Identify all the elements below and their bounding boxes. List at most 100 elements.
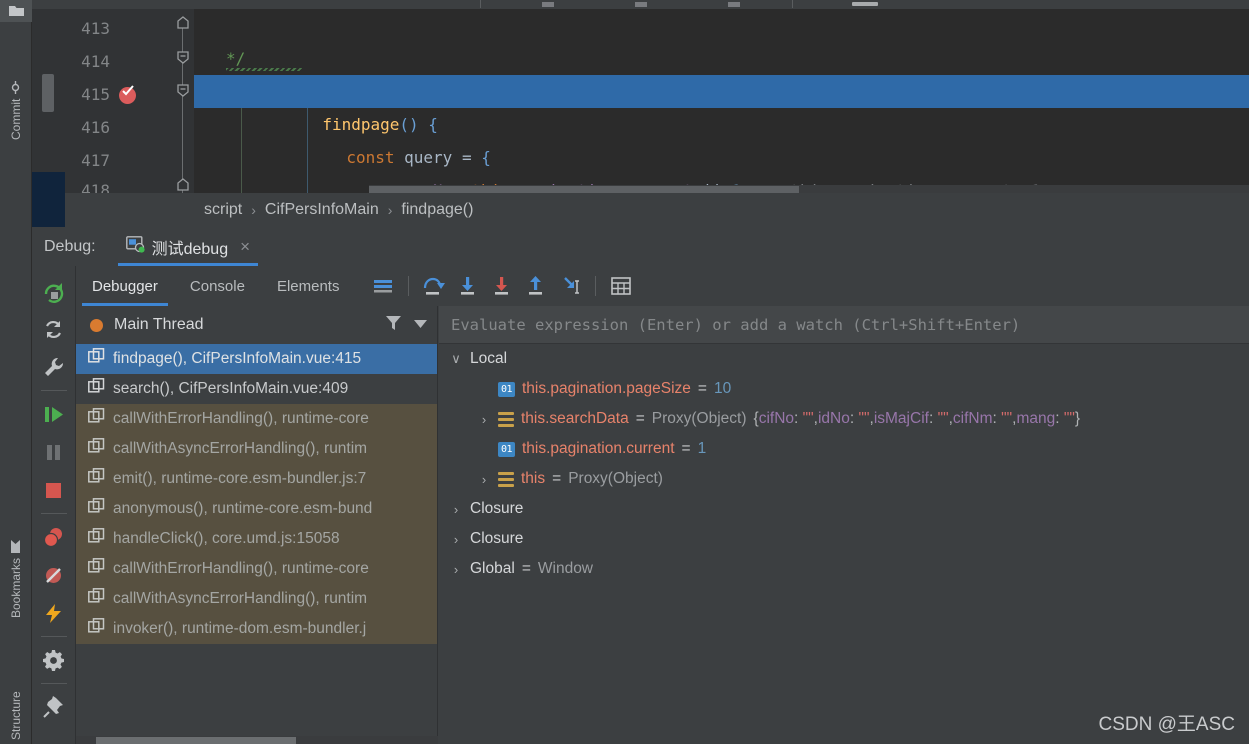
variables-panel: Evaluate expression (Enter) or add a wat…	[439, 306, 1249, 744]
variable-name: this.pagination.pageSize	[522, 380, 691, 398]
variables-scope-global[interactable]: › Global = Window	[439, 554, 1249, 584]
tab-elements[interactable]: Elements	[261, 266, 356, 306]
frame-label: anonymous(), runtime-core.esm-bund	[113, 500, 372, 518]
settings-gear-icon[interactable]	[32, 641, 76, 679]
thread-selector[interactable]: Main Thread	[76, 306, 437, 344]
variable-object-preview: {cifNo: "",idNo: "",isMajCif: "",cifNm: …	[754, 410, 1081, 428]
frame-label: handleClick(), core.umd.js:15058	[113, 530, 340, 548]
fold-collapse-icon[interactable]	[175, 49, 191, 65]
frame-row[interactable]: emit(), runtime-core.esm-bundler.js:7	[76, 464, 437, 494]
mute-breakpoints-icon[interactable]	[32, 556, 76, 594]
frame-label: callWithAsyncErrorHandling(), runtim	[113, 440, 367, 458]
frames-panel: Main Thread findpage(), CifPersInfoMain.…	[76, 306, 438, 744]
evaluate-expression-icon[interactable]	[605, 270, 637, 302]
folder-icon[interactable]	[0, 0, 32, 22]
line-number: 413	[81, 19, 110, 38]
chevron-down-icon[interactable]: ∨	[449, 351, 463, 367]
variables-scope-closure-1[interactable]: › Closure	[439, 494, 1249, 524]
frame-label: search(), CifPersInfoMain.vue:409	[113, 380, 348, 398]
pin-icon[interactable]	[32, 688, 76, 726]
sidebar-item-structure[interactable]: Structure	[0, 640, 32, 740]
step-into-icon[interactable]	[452, 270, 484, 302]
resume-program-icon[interactable]	[32, 395, 76, 433]
frame-row[interactable]: invoker(), runtime-dom.esm-bundler.j	[76, 614, 437, 644]
breakpoint-icon[interactable]	[119, 87, 136, 104]
scrollbar-thumb[interactable]	[369, 186, 799, 193]
variable-type: Proxy(Object)	[652, 410, 747, 428]
step-out-icon[interactable]	[520, 270, 552, 302]
frame-row[interactable]: callWithErrorHandling(), runtime-core	[76, 404, 437, 434]
variable-row-this[interactable]: › this = Proxy(Object)	[439, 464, 1249, 494]
frame-row[interactable]: handleClick(), core.umd.js:15058	[76, 524, 437, 554]
scrollbar-thumb[interactable]	[42, 74, 54, 112]
variable-type: Window	[538, 560, 593, 578]
chevron-down-icon[interactable]	[414, 316, 427, 334]
tab-debugger-label: Debugger	[92, 278, 158, 295]
scope-label: Closure	[470, 500, 523, 518]
close-icon[interactable]: ×	[240, 237, 250, 257]
restart-icon[interactable]	[32, 310, 76, 348]
frame-row[interactable]: callWithAsyncErrorHandling(), runtim	[76, 434, 437, 464]
breadcrumb-item-script[interactable]: script	[204, 201, 242, 219]
debug-session-tab[interactable]: 测试debug ×	[118, 227, 258, 266]
frame-row[interactable]: search(), CifPersInfoMain.vue:409	[76, 374, 437, 404]
call-stack-list[interactable]: findpage(), CifPersInfoMain.vue:415 sear…	[76, 344, 437, 736]
breadcrumb-item-method[interactable]: findpage()	[401, 201, 473, 219]
variables-scope-local[interactable]: ∨ Local	[439, 344, 1249, 374]
frame-row[interactable]: anonymous(), runtime-core.esm-bund	[76, 494, 437, 524]
view-breakpoints-icon[interactable]	[32, 518, 76, 556]
code-line-415-current: const query = {	[194, 75, 1249, 108]
variable-name: this.searchData	[521, 410, 629, 428]
evaluate-expression-input[interactable]: Evaluate expression (Enter) or add a wat…	[439, 306, 1249, 344]
variable-equals: =	[522, 560, 531, 578]
frame-label: callWithAsyncErrorHandling(), runtim	[113, 590, 367, 608]
editor-vertical-scrollbar[interactable]	[32, 9, 65, 193]
breadcrumb-separator: ›	[388, 202, 393, 218]
frame-row[interactable]: findpage(), CifPersInfoMain.vue:415	[76, 344, 437, 374]
stack-frame-icon	[88, 498, 105, 520]
watermark: CSDN @王ASC	[1099, 709, 1235, 736]
fold-region-end-icon[interactable]	[175, 177, 191, 193]
chevron-right-icon[interactable]: ›	[449, 502, 463, 517]
rerun-icon[interactable]	[32, 272, 76, 310]
editor-fold-column[interactable]	[172, 9, 194, 193]
sidebar-item-commit[interactable]: Commit	[0, 30, 32, 140]
frame-row[interactable]: callWithErrorHandling(), runtime-core	[76, 554, 437, 584]
filter-icon[interactable]	[385, 315, 402, 336]
variables-tree[interactable]: ∨ Local 01 this.pagination.pageSize = 10…	[439, 344, 1249, 584]
scrollbar-thumb[interactable]	[96, 737, 296, 744]
pause-program-icon[interactable]	[32, 433, 76, 471]
editor-horizontal-scrollbar[interactable]	[369, 185, 1249, 193]
code-line-414: findpage() {	[194, 42, 1249, 75]
frames-horizontal-scrollbar[interactable]	[76, 736, 438, 744]
variables-scope-closure-2[interactable]: › Closure	[439, 524, 1249, 554]
evaluate-placeholder: Evaluate expression (Enter) or add a wat…	[451, 316, 1020, 334]
settings-wrench-icon[interactable]	[32, 348, 76, 386]
tab-debugger[interactable]: Debugger	[76, 266, 174, 306]
variable-row-pagesize[interactable]: 01 this.pagination.pageSize = 10	[439, 374, 1249, 404]
variable-row-searchdata[interactable]: › this.searchData = Proxy(Object) {cifNo…	[439, 404, 1249, 434]
chevron-right-icon[interactable]: ›	[477, 412, 491, 427]
stop-icon[interactable]	[32, 471, 76, 509]
tab-console[interactable]: Console	[174, 266, 261, 306]
sidebar-item-bookmarks[interactable]: Bookmarks	[0, 500, 32, 618]
variable-row-current[interactable]: 01 this.pagination.current = 1	[439, 434, 1249, 464]
editor-gutter[interactable]: 413 414 415 416 417 418	[65, 9, 172, 193]
fold-collapse-icon[interactable]	[175, 82, 191, 98]
editor-code-area[interactable]: */ findpage() { const query = { pageNo: …	[194, 9, 1249, 193]
chevron-right-icon[interactable]: ›	[449, 532, 463, 547]
chevron-right-icon[interactable]: ›	[449, 562, 463, 577]
layout-settings-icon[interactable]	[367, 270, 399, 302]
code-line-413: */	[194, 9, 1249, 42]
frame-label: findpage(), CifPersInfoMain.vue:415	[113, 350, 361, 368]
stack-frame-icon	[88, 408, 105, 430]
chevron-right-icon[interactable]: ›	[477, 472, 491, 487]
fold-region-start-icon[interactable]	[175, 15, 191, 31]
lightning-icon[interactable]	[32, 594, 76, 632]
run-to-cursor-icon[interactable]	[554, 270, 586, 302]
step-over-icon[interactable]	[418, 270, 450, 302]
frame-row[interactable]: callWithAsyncErrorHandling(), runtim	[76, 584, 437, 614]
force-step-into-icon[interactable]	[486, 270, 518, 302]
variable-equals: =	[698, 380, 707, 398]
breadcrumb-item-component[interactable]: CifPersInfoMain	[265, 201, 379, 219]
